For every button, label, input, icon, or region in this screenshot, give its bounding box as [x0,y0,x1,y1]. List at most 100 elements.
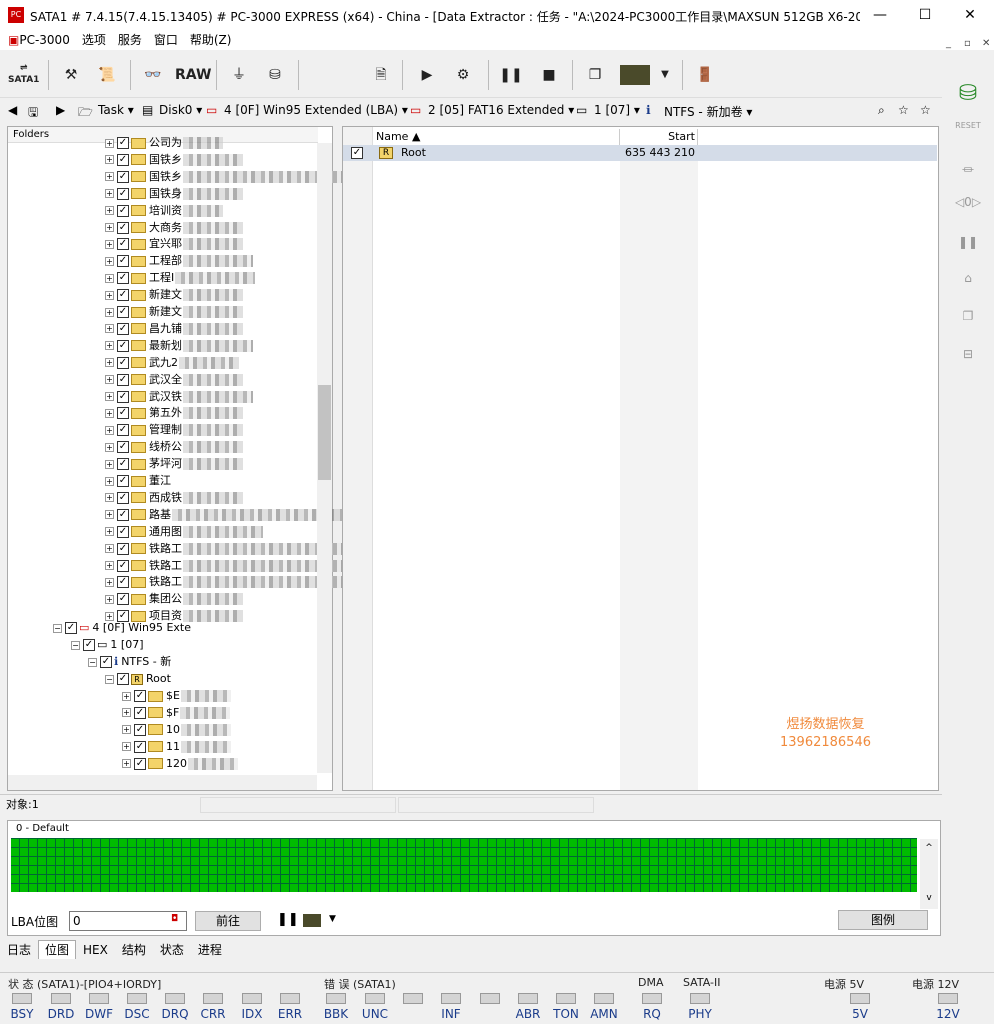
lba-map-icon[interactable] [303,914,321,927]
tree-checkbox[interactable]: ✓ [117,339,129,352]
tree-folder-item[interactable]: + ✓ 线桥公 [105,438,243,455]
back-arrow-icon[interactable]: ◀ [8,103,17,117]
tree-scroll-thumb[interactable] [318,385,331,480]
path-ntfs[interactable]: NTFS - 新加卷 ▾ [664,103,752,120]
save-doc-icon[interactable]: 🗎 [368,62,394,88]
tree-checkbox[interactable]: ✓ [117,221,129,234]
expand-icon[interactable]: + [105,425,114,435]
expand-icon[interactable]: + [105,307,114,317]
tree-folder-item[interactable]: + ✓ 通用图 [105,523,263,540]
file-row[interactable]: ✓ R Root 635 443 210 [343,145,937,161]
tree-folder-item[interactable]: + ✓ 工程部 [105,252,253,269]
expand-icon[interactable]: − [53,623,62,633]
menu-service[interactable]: 服务 [112,30,148,50]
expand-icon[interactable]: + [105,290,114,300]
pause-icon[interactable]: ❚❚ [498,62,524,88]
tree-checkbox[interactable]: ✓ [117,576,129,589]
tab-status[interactable]: 状态 [153,940,191,960]
tree-checkbox[interactable]: ✓ [134,723,146,736]
tree-checkbox[interactable]: ✓ [117,373,129,386]
expand-icon[interactable]: + [105,341,114,351]
expand-icon[interactable]: + [105,442,114,452]
menu-pc3000[interactable]: ▣ PC-3000 [0,30,76,50]
tree-checkbox[interactable]: ✓ [117,187,129,200]
path-disk[interactable]: Disk0 ▾ [159,103,202,117]
path-partition2[interactable]: 2 [05] FAT16 Extended ▾ [428,103,574,117]
expand-icon[interactable]: + [122,708,131,718]
copy-icon[interactable]: ❐ [582,62,608,88]
tree-checkbox[interactable]: ✓ [117,306,129,318]
tree-folder-item[interactable]: + ✓ 10 [122,721,231,738]
expand-icon[interactable]: + [105,408,114,418]
tree-checkbox[interactable]: ✓ [117,508,129,521]
play-icon[interactable]: ▶ [414,62,440,88]
tree-folder-item[interactable]: + ✓ 公司为 [105,134,223,151]
expand-icon[interactable]: + [105,375,114,385]
tree-folder-item[interactable]: + ✓ 武汉全 [105,371,243,388]
expand-icon[interactable]: + [105,324,114,334]
mdi-close-button[interactable]: ✕ [976,34,994,54]
tree-checkbox[interactable]: ✓ [117,441,129,454]
connect-icon[interactable]: ⊟ [953,347,983,371]
port-icon[interactable]: ⌂ [953,271,983,295]
map-icon[interactable] [620,65,650,85]
expand-icon[interactable]: + [105,561,114,570]
mdi-minimize-button[interactable]: _ [940,34,957,54]
tree-checkbox[interactable]: ✓ [117,137,129,149]
lba-dropdown-icon[interactable]: ▼ [329,914,336,924]
tree-checkbox[interactable]: ✓ [117,322,129,335]
scan-icon[interactable]: ⏚ [226,62,252,88]
search-icon[interactable]: ⌕ [878,103,885,118]
expand-icon[interactable]: + [105,138,114,148]
tree-folder-item[interactable]: + ✓ $F [122,704,231,721]
tools-icon[interactable]: ⚒ [58,62,84,88]
tree-checkbox[interactable]: ✓ [117,356,129,369]
tree-folder-item[interactable]: + ✓ 工程I [105,269,256,286]
expand-icon[interactable]: + [105,594,114,604]
raw-button[interactable]: RAW [175,62,211,88]
menu-options[interactable]: 选项 [76,30,112,50]
tree-folder-item[interactable]: + ✓ 宜兴耶 [105,235,243,252]
lba-scrollbar[interactable]: ^ v [920,839,938,909]
star-icon[interactable]: ☆ [920,103,931,117]
expand-icon[interactable]: + [105,256,114,266]
reset-icon[interactable]: RESET [953,121,983,145]
tab-process[interactable]: 进程 [191,940,229,960]
tree-checkbox[interactable]: ✓ [100,656,112,668]
signal-icon[interactable]: ◁0▷ [953,195,983,219]
power-icon[interactable]: ⏛ [953,161,983,185]
tree-folder-item[interactable]: + ✓ 西成铁 [105,489,243,506]
expand-icon[interactable]: + [105,189,114,199]
expand-icon[interactable]: + [105,510,114,520]
tree-checkbox[interactable]: ✓ [65,622,77,634]
tree-checkbox[interactable]: ✓ [134,706,146,719]
tree-node-ntfs[interactable]: − ✓ ℹ NTFS - 新 [88,653,171,670]
tree-checkbox[interactable]: ✓ [117,542,129,555]
tree-folder-item[interactable]: + ✓ $E [122,687,231,704]
tree-folder-item[interactable]: + ✓ 11 [122,738,231,755]
expand-icon[interactable]: + [122,725,131,735]
minimize-button[interactable]: — [860,4,900,26]
maximize-button[interactable]: ☐ [905,4,945,26]
tree-checkbox[interactable]: ✓ [117,525,129,538]
expand-icon[interactable]: + [105,459,114,469]
tree-node-partition[interactable]: − ✓ ▭ 4 [0F] Win95 Exte [53,619,191,636]
tree-folder-item[interactable]: + ✓ 最新划 [105,337,253,354]
tree-folder-item[interactable]: + ✓ 国铁身 [105,185,243,202]
expand-icon[interactable]: + [105,544,114,554]
scroll-icon[interactable]: 📜 [94,62,120,88]
lba-input[interactable] [69,911,187,931]
mdi-restore-button[interactable]: ▫ [958,34,977,54]
tree-checkbox[interactable]: ✓ [134,690,146,702]
close-button[interactable]: ✕ [950,4,990,26]
tree-checkbox[interactable]: ✓ [117,170,129,183]
tab-log[interactable]: 日志 [0,940,38,960]
tree-folder-item[interactable]: + ✓ 第五外 [105,404,243,421]
expand-icon[interactable]: + [105,155,114,165]
tree-folder-item[interactable]: + ✓ 武九2 [105,354,239,371]
tree-folder-item[interactable]: + ✓ 培训资 [105,202,223,219]
expand-icon[interactable]: + [105,358,114,368]
disk-export-icon[interactable]: ⛁ [262,62,288,88]
tree-folder-item[interactable]: + ✓ 昌九铺 [105,320,243,337]
expand-icon[interactable]: + [122,759,131,769]
